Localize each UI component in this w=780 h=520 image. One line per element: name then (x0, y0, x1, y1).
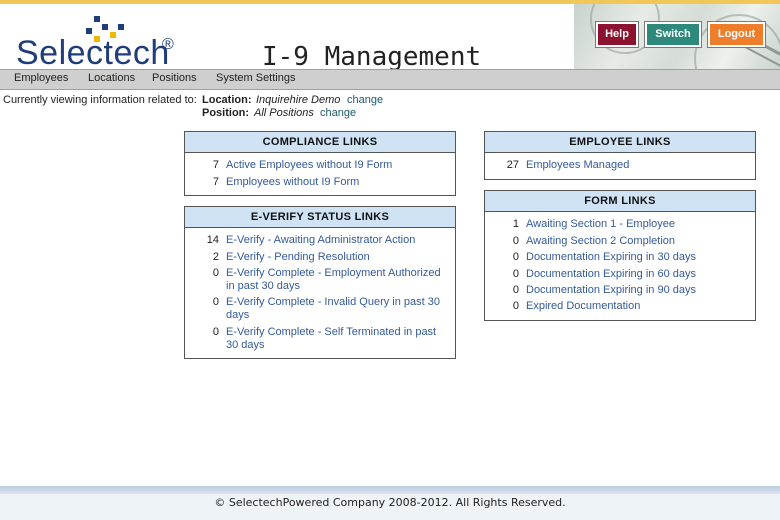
context-bar: Currently viewing information related to… (3, 94, 503, 122)
item-count: 27 (506, 159, 519, 171)
item-link-continued[interactable]: in past 30 days (226, 280, 300, 293)
item-count: 14 (206, 234, 219, 246)
item-count: 0 (212, 296, 219, 308)
item-link[interactable]: Documentation Expiring in 90 days (526, 284, 696, 297)
item-count: 7 (212, 159, 219, 171)
logout-button[interactable]: Logout (707, 21, 766, 48)
item-link[interactable]: Employees without I9 Form (226, 176, 359, 189)
nav-system-settings[interactable]: System Settings (216, 72, 295, 84)
form-links-panel: FORM LINKS 1 Awaiting Section 1 - Employ… (484, 190, 756, 321)
footer-copyright: © SelectechPowered Company 2008-2012. Al… (0, 494, 780, 520)
item-link[interactable]: Documentation Expiring in 30 days (526, 251, 696, 264)
compliance-links-title: COMPLIANCE LINKS (185, 132, 455, 153)
nav-employees[interactable]: Employees (14, 72, 68, 84)
item-count: 0 (512, 235, 519, 247)
help-button[interactable]: Help (595, 21, 639, 48)
main-nav: Employees Locations Positions System Set… (0, 69, 780, 90)
item-count: 0 (212, 267, 219, 279)
registered-mark: ® (162, 36, 175, 53)
page-title: I-9 Management (262, 42, 482, 72)
item-count: 0 (512, 251, 519, 263)
item-link[interactable]: Expired Documentation (526, 300, 640, 313)
item-link[interactable]: Active Employees without I9 Form (226, 159, 392, 172)
item-link-continued[interactable]: 30 days (226, 339, 265, 352)
everify-status-links-title: E-VERIFY STATUS LINKS (185, 207, 455, 228)
position-value: All Positions (254, 107, 314, 119)
item-count: 7 (212, 176, 219, 188)
item-count: 0 (512, 268, 519, 280)
form-links-title: FORM LINKS (485, 191, 755, 212)
item-count: 0 (512, 284, 519, 296)
brand-logo: Selectech ® (16, 34, 174, 72)
change-location-link[interactable]: change (347, 94, 383, 106)
item-link-continued[interactable]: days (226, 309, 249, 322)
item-link[interactable]: E-Verify - Pending Resolution (226, 251, 370, 264)
item-count: 1 (512, 218, 519, 230)
everify-status-links-panel: E-VERIFY STATUS LINKS 14 E-Verify - Awai… (184, 206, 456, 359)
compliance-links-panel: COMPLIANCE LINKS 7 Active Employees with… (184, 131, 456, 196)
context-label: Currently viewing information related to… (3, 94, 197, 106)
nav-locations[interactable]: Locations (88, 72, 135, 84)
item-link[interactable]: E-Verify Complete - Employment Authorize… (226, 267, 441, 280)
employee-links-panel: EMPLOYEE LINKS 27 Employees Managed (484, 131, 756, 180)
footer-band (0, 486, 780, 494)
position-key: Position: (202, 107, 250, 119)
brand-name: Selectech (16, 34, 170, 72)
item-count: 0 (512, 300, 519, 312)
location-value: Inquirehire Demo (256, 94, 341, 106)
item-count: 2 (212, 251, 219, 263)
employee-links-title: EMPLOYEE LINKS (485, 132, 755, 153)
item-count: 0 (212, 326, 219, 338)
item-link[interactable]: E-Verify Complete - Self Terminated in p… (226, 326, 436, 339)
item-link[interactable]: Documentation Expiring in 60 days (526, 268, 696, 281)
switch-button[interactable]: Switch (644, 21, 702, 48)
item-link[interactable]: E-Verify Complete - Invalid Query in pas… (226, 296, 440, 309)
location-key: Location: (202, 94, 252, 106)
item-link[interactable]: Employees Managed (526, 159, 629, 172)
item-link[interactable]: E-Verify - Awaiting Administrator Action (226, 234, 415, 247)
item-link[interactable]: Awaiting Section 1 - Employee (526, 218, 675, 231)
nav-positions[interactable]: Positions (152, 72, 197, 84)
change-position-link[interactable]: change (320, 107, 356, 119)
item-link[interactable]: Awaiting Section 2 Completion (526, 235, 675, 248)
